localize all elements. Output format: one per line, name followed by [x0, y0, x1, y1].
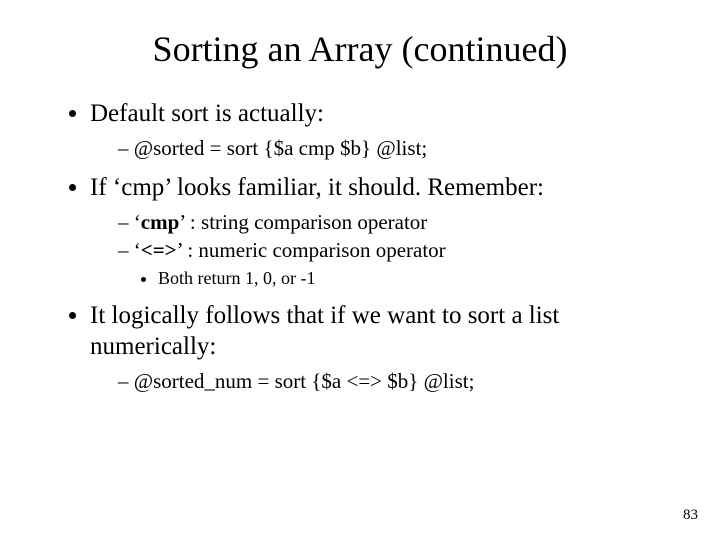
- bullet-text: Default sort is actually:: [90, 100, 324, 127]
- sub-list: ‘cmp’ : string comparison operator ‘<=>’…: [90, 209, 680, 290]
- page-number: 83: [683, 507, 698, 524]
- bullet-text-quote: ‘cmp’: [113, 174, 171, 201]
- sub-cmp-string: ‘cmp’ : string comparison operator: [118, 209, 680, 235]
- sub-text-pre: ‘: [134, 238, 141, 262]
- bullet-logically-follows: It logically follows that if we want to …: [90, 300, 680, 395]
- bullet-default-sort: Default sort is actually: @sorted = sort…: [90, 98, 680, 162]
- bullet-cmp-familiar: If ‘cmp’ looks familiar, it should. Reme…: [90, 172, 680, 290]
- bullet-text-pre: If: [90, 174, 113, 201]
- code-text: @sorted = sort {$a cmp $b} @list;: [134, 136, 428, 160]
- sub-text-pre: ‘: [134, 210, 141, 234]
- sub-list: @sorted_num = sort {$a <=> $b} @list;: [90, 368, 680, 394]
- bullet-list: Default sort is actually: @sorted = sort…: [40, 98, 680, 395]
- slide: Sorting an Array (continued) Default sor…: [0, 0, 720, 540]
- sub-sub-return-values: Both return 1, 0, or -1: [158, 267, 680, 290]
- sub-sub-list: Both return 1, 0, or -1: [118, 267, 680, 290]
- sub-text-bold: <=>: [141, 238, 177, 262]
- code-default-sort: @sorted = sort {$a cmp $b} @list;: [118, 135, 680, 161]
- sub-text-post: ’ : string comparison operator: [179, 210, 427, 234]
- slide-title: Sorting an Array (continued): [40, 28, 680, 70]
- sub-list: @sorted = sort {$a cmp $b} @list;: [90, 135, 680, 161]
- code-text: @sorted_num = sort {$a <=> $b} @list;: [134, 369, 475, 393]
- sub-spaceship-numeric: ‘<=>’ : numeric comparison operator Both…: [118, 237, 680, 290]
- code-numeric-sort: @sorted_num = sort {$a <=> $b} @list;: [118, 368, 680, 394]
- sub-text-post: ’ : numeric comparison operator: [177, 238, 446, 262]
- bullet-text: It logically follows that if we want to …: [90, 302, 559, 360]
- sub-text-bold: cmp: [141, 210, 180, 234]
- bullet-text-post: looks familiar, it should. Remember:: [171, 174, 544, 201]
- sub-sub-text: Both return 1, 0, or -1: [158, 268, 315, 288]
